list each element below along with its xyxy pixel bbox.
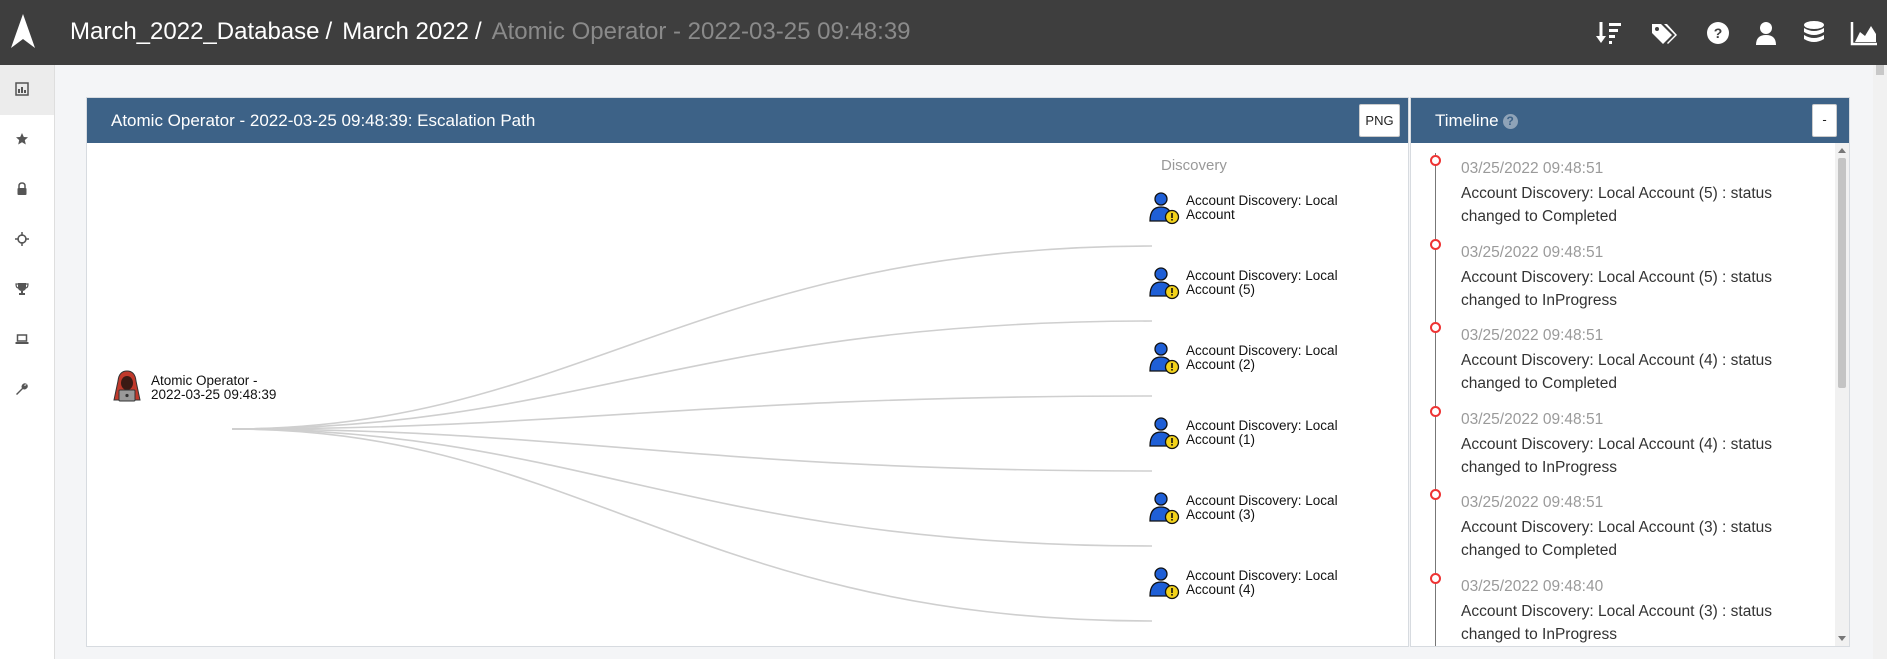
scroll-thumb[interactable]: [1838, 158, 1846, 388]
timeline-scrollbar[interactable]: [1835, 143, 1849, 646]
sidebar-item-settings[interactable]: [0, 365, 54, 415]
graph-edge: [231, 320, 1153, 430]
sidebar-item-dashboard[interactable]: [0, 65, 54, 115]
user-warning-icon[interactable]: [1148, 266, 1180, 300]
escalation-path-header: Atomic Operator - 2022-03-25 09:48:39: E…: [87, 98, 1408, 143]
graph-node-label[interactable]: Account Discovery: Local Account (3): [1186, 494, 1338, 522]
timeline-dot: [1430, 572, 1441, 584]
user-warning-icon[interactable]: [1148, 341, 1180, 375]
wrench-icon: [16, 383, 28, 395]
timeline-dot: [1430, 238, 1441, 250]
timeline-list[interactable]: 03/25/2022 09:48:51 Account Discovery: Lo…: [1411, 143, 1849, 646]
graph-node-label[interactable]: Account Discovery: Local Account (2): [1186, 344, 1338, 372]
timeline-text: Account Discovery: Local Account (3) : s…: [1461, 602, 1772, 643]
timeline-panel: Timeline? - 03/25/2022 09:48:51 Account D…: [1410, 97, 1850, 647]
user-warning-icon[interactable]: [1148, 416, 1180, 450]
scroll-down-arrow-icon[interactable]: [1838, 636, 1846, 641]
scroll-up-arrow-icon[interactable]: [1838, 148, 1846, 153]
help-icon[interactable]: ?: [1502, 114, 1518, 129]
root-node-label[interactable]: Atomic Operator - 2022-03-25 09:48:39: [151, 374, 276, 402]
user-warning-icon[interactable]: [1148, 191, 1180, 225]
timeline-time: 03/25/2022 09:48:51: [1461, 160, 1604, 177]
collapse-timeline-button[interactable]: -: [1812, 104, 1837, 137]
graph-edge: [231, 428, 1153, 547]
timeline-dot: [1430, 489, 1441, 500]
timeline-dot: [1430, 155, 1441, 166]
timeline-text: Account Discovery: Local Account (4) : s…: [1461, 435, 1772, 476]
escalation-path-panel: Atomic Operator - 2022-03-25 09:48:39: E…: [86, 97, 1409, 647]
sidebar-item-targets[interactable]: [0, 215, 54, 265]
hacker-icon[interactable]: [111, 369, 143, 405]
tags-icon[interactable]: [1650, 20, 1678, 46]
sidebar: [0, 65, 55, 659]
timeline-dot: [1430, 405, 1441, 417]
timeline-time: 03/25/2022 09:48:40: [1461, 577, 1604, 595]
breadcrumb-separator: /: [325, 18, 333, 45]
svg-text:?: ?: [1714, 25, 1723, 41]
sidebar-item-agents[interactable]: [0, 315, 54, 365]
sidebar-item-achievements[interactable]: [0, 265, 54, 315]
discovery-column-label: Discovery: [1161, 157, 1227, 174]
graph-node-label[interactable]: Account Discovery: Local Account (5): [1186, 269, 1338, 297]
escalation-path-title: Atomic Operator - 2022-03-25 09:48:39: E…: [111, 111, 536, 130]
timeline-time: 03/25/2022 09:48:51: [1461, 494, 1604, 511]
breadcrumb-separator: /: [474, 18, 482, 45]
timeline-dot: [1430, 322, 1441, 333]
graph-edge: [231, 395, 1153, 430]
dashboard-icon: [15, 82, 29, 96]
breadcrumb-operation-group[interactable]: March 2022: [342, 18, 469, 45]
logo-icon[interactable]: [8, 12, 38, 52]
star-icon: [16, 133, 28, 145]
area-chart-icon[interactable]: [1850, 20, 1878, 46]
timeline-text: Account Discovery: Local Account (3) : s…: [1461, 519, 1772, 559]
graph-node-label[interactable]: Account Discovery: Local Account: [1186, 194, 1338, 222]
timeline-text: Account Discovery: Local Account (5) : s…: [1461, 268, 1772, 309]
page-scrollbar[interactable]: [1873, 65, 1887, 659]
graph-edge: [231, 245, 1153, 430]
user-warning-icon[interactable]: [1148, 491, 1180, 525]
export-png-button[interactable]: PNG: [1359, 104, 1400, 137]
timeline-time: 03/25/2022 09:48:51: [1461, 243, 1604, 261]
database-icon[interactable]: [1800, 20, 1828, 46]
user-warning-icon[interactable]: [1148, 566, 1180, 600]
timeline-time: 03/25/2022 09:48:51: [1461, 410, 1604, 428]
graph-node-label[interactable]: Account Discovery: Local Account (4): [1186, 569, 1338, 597]
lock-icon: [17, 182, 27, 195]
laptop-icon: [15, 334, 29, 344]
graph-node-label[interactable]: Account Discovery: Local Account (1): [1186, 419, 1338, 447]
timeline-text: Account Discovery: Local Account (4) : s…: [1461, 352, 1772, 392]
help-icon[interactable]: ?: [1704, 20, 1732, 46]
sort-icon[interactable]: [1595, 20, 1623, 46]
timeline-text: Account Discovery: Local Account (5) : s…: [1461, 185, 1772, 225]
timeline-title: Timeline?: [1435, 111, 1518, 131]
breadcrumb-current: Atomic Operator - 2022-03-25 09:48:39: [491, 18, 911, 45]
timeline-time: 03/25/2022 09:48:51: [1461, 327, 1604, 344]
breadcrumb-database[interactable]: March_2022_Database: [70, 18, 320, 45]
crosshair-icon: [15, 232, 29, 246]
graph-edge: [231, 428, 1153, 622]
page-scroll-thumb[interactable]: [1876, 65, 1884, 75]
sidebar-item-security[interactable]: [0, 165, 54, 215]
trophy-icon: [15, 283, 29, 295]
timeline-header: Timeline? -: [1411, 98, 1849, 143]
sidebar-item-favorites[interactable]: [0, 115, 54, 165]
user-icon[interactable]: [1752, 20, 1780, 46]
breadcrumb: March_2022_Database / March 2022/Atomic Op…: [70, 17, 911, 47]
top-bar: March_2022_Database / March 2022/Atomic Op…: [0, 0, 1887, 65]
